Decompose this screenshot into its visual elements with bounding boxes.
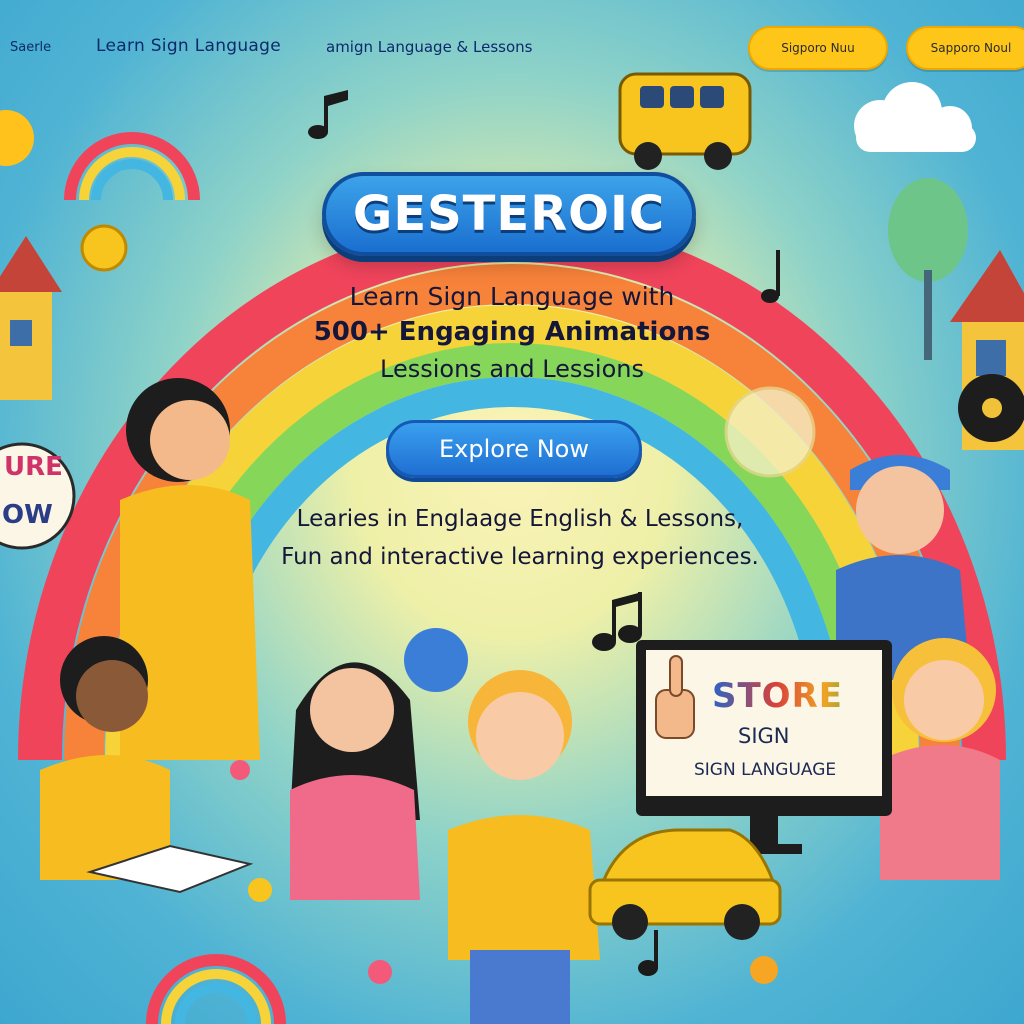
hero-subcopy: Learies in Englaage English & Lessons, F… xyxy=(240,500,800,576)
star-icon xyxy=(80,224,128,272)
monitor-store-text: STORE xyxy=(712,676,872,716)
sun-icon xyxy=(0,110,34,166)
monitor-language-text: SIGN LANGUAGE xyxy=(694,760,837,780)
tree-icon xyxy=(888,178,968,360)
top-navigation: Saerle Learn Sign Language amign Languag… xyxy=(0,0,1024,90)
left-board-text-1: URE xyxy=(4,452,63,482)
landing-page: Saerle Learn Sign Language amign Languag… xyxy=(0,0,1024,1024)
child-figure-girl-glasses xyxy=(290,662,420,900)
vinyl-record-icon xyxy=(958,374,1024,442)
headline-line-3: Lessions and Lessions xyxy=(380,355,644,383)
glow-disc xyxy=(724,386,816,478)
cloud-icon xyxy=(854,82,976,152)
explore-now-button[interactable]: Explore Now xyxy=(386,420,642,478)
subcopy-line-1: Learies in Englaage English & Lessons, xyxy=(296,506,744,532)
small-rainbow xyxy=(64,132,200,201)
subcopy-line-2: Fun and interactive learning experiences… xyxy=(281,544,759,570)
monitor-sign-text: SIGN xyxy=(738,724,790,748)
ball-icon xyxy=(404,628,468,692)
nav-secondary-button[interactable]: Sapporo Noul xyxy=(906,26,1024,70)
brand-name: GESTEROIC xyxy=(352,186,666,242)
search-link[interactable]: Saerle xyxy=(10,40,51,55)
nav-subtitle-link[interactable]: amign Language & Lessons xyxy=(326,38,532,56)
brand-logo: GESTEROIC xyxy=(322,172,696,256)
nav-primary-button[interactable]: Sigporo Nuu xyxy=(748,26,888,70)
house-icon xyxy=(0,236,62,400)
left-board-text-2: OW xyxy=(2,500,53,530)
hero-headline: Learn Sign Language with 500+ Engaging A… xyxy=(262,280,762,388)
headline-line-1: Learn Sign Language with xyxy=(349,282,675,311)
nav-title-link[interactable]: Learn Sign Language xyxy=(96,36,281,56)
child-figure-right-girl xyxy=(880,638,1000,880)
small-rainbow-bottom xyxy=(146,954,286,1024)
child-figure-center xyxy=(448,670,600,1024)
headline-line-2: 500+ Engaging Animations xyxy=(313,317,711,347)
car-icon xyxy=(588,828,782,940)
